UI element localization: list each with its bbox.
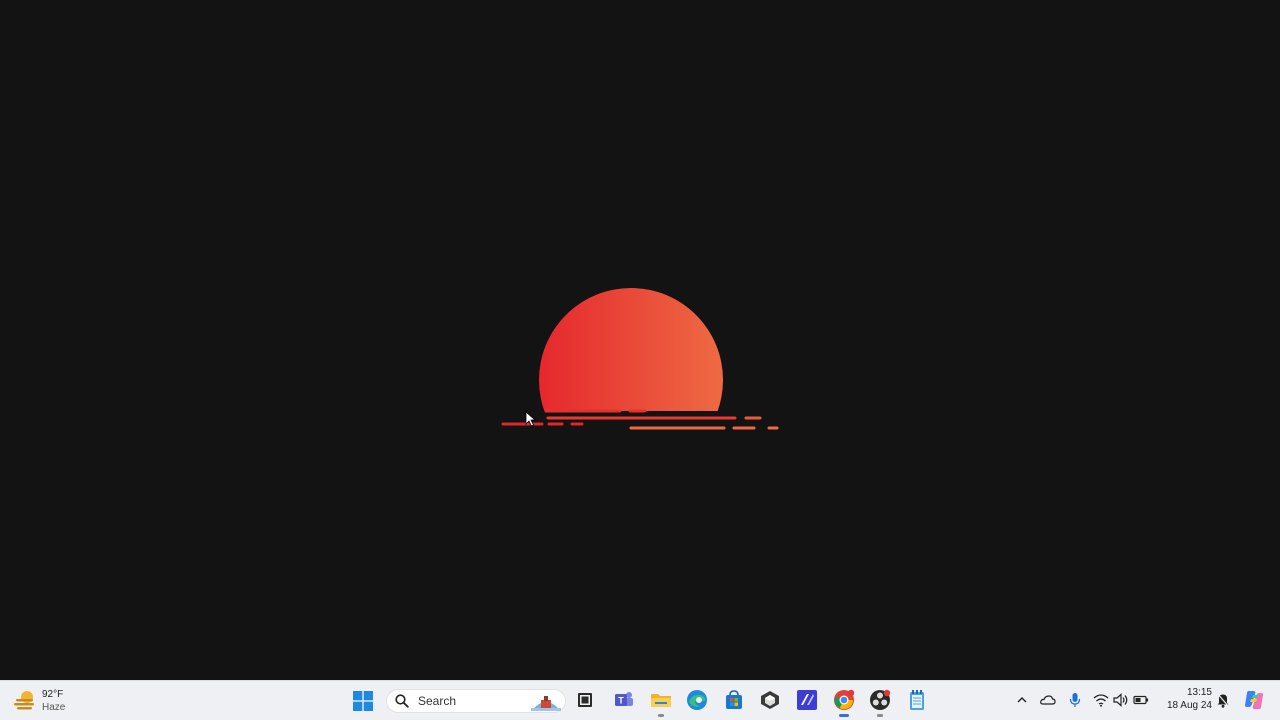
store-button[interactable] — [720, 686, 748, 714]
app-3d-button[interactable] — [756, 686, 784, 714]
chevron-up-icon — [1017, 697, 1027, 703]
notifications-button[interactable] — [1213, 690, 1233, 710]
chrome-button[interactable] — [830, 686, 858, 717]
task-view-icon — [578, 693, 592, 707]
start-button[interactable] — [349, 687, 377, 715]
show-hidden-icons-button[interactable] — [1012, 690, 1032, 710]
wifi-button[interactable] — [1091, 690, 1111, 710]
copilot-icon — [1245, 691, 1263, 709]
microphone-button[interactable] — [1065, 690, 1085, 710]
running-indicator — [877, 714, 883, 717]
onedrive-button[interactable] — [1038, 690, 1058, 710]
obs-button[interactable] — [866, 686, 894, 717]
edge-button[interactable] — [683, 686, 711, 714]
edge-icon — [687, 690, 707, 710]
file-explorer-button[interactable] — [647, 686, 675, 717]
windows-start-icon — [353, 691, 373, 711]
running-indicator — [658, 714, 664, 717]
battery-icon — [1133, 695, 1149, 705]
wifi-icon — [1093, 694, 1109, 707]
visual-studio-icon — [797, 690, 817, 710]
weather-condition: Haze — [42, 702, 66, 713]
running-indicator — [839, 714, 849, 717]
clock-time: 13:15 — [1186, 687, 1212, 698]
haze-weather-icon — [14, 691, 34, 710]
teams-button[interactable]: T — [610, 686, 638, 714]
copilot-button[interactable] — [1243, 689, 1265, 711]
notepad-icon — [910, 690, 924, 710]
svg-text:T: T — [618, 696, 624, 706]
folder-icon — [651, 694, 671, 707]
volume-button[interactable] — [1111, 690, 1131, 710]
notepad-button[interactable] — [903, 686, 931, 714]
weather-widget[interactable]: 92°F Haze — [12, 686, 65, 716]
horizon-stripes — [501, 409, 779, 430]
cube-icon — [761, 691, 779, 709]
search-highlight-icon — [531, 696, 561, 711]
search-placeholder: Search — [418, 694, 457, 708]
sun-shape — [539, 288, 723, 411]
battery-button[interactable] — [1131, 690, 1151, 710]
taskbar: 92°F Haze — [0, 680, 1280, 720]
search-icon — [395, 694, 409, 708]
volume-icon — [1113, 693, 1128, 707]
visual-studio-button[interactable] — [793, 686, 821, 714]
task-view-button[interactable] — [571, 686, 599, 714]
notification-bell-icon — [1216, 692, 1230, 708]
clock-date: 18 Aug 24 — [1166, 700, 1212, 711]
obs-icon — [870, 689, 891, 710]
store-icon — [726, 690, 742, 709]
microphone-icon — [1069, 693, 1081, 707]
search-box[interactable]: Search — [386, 689, 566, 713]
onedrive-icon — [1040, 695, 1056, 705]
desktop — [0, 0, 1280, 680]
chrome-icon — [834, 689, 855, 710]
mouse-pointer-icon — [525, 411, 537, 427]
taskbar-clock[interactable]: 13:15 18 Aug 24 — [1158, 686, 1212, 712]
teams-icon: T — [615, 692, 633, 706]
sunset-wallpaper — [501, 288, 779, 430]
weather-temperature: 92°F — [42, 689, 64, 700]
